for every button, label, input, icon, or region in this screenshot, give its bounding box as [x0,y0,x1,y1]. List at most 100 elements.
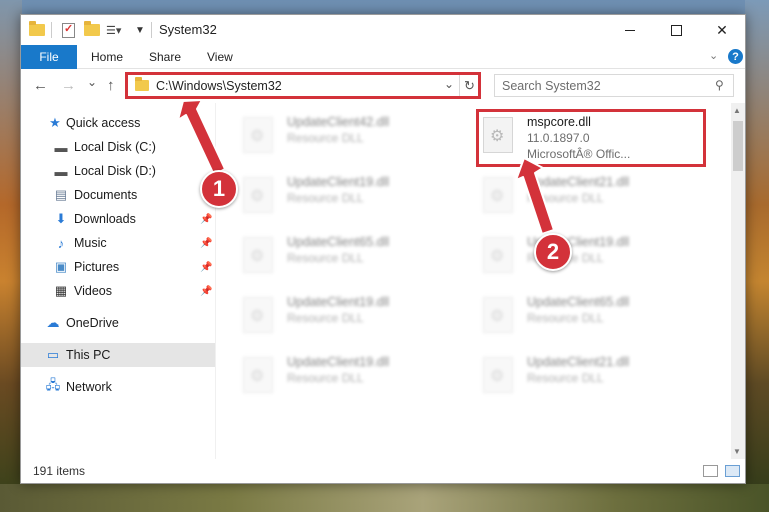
file-type: Resource DLL [287,311,364,325]
nav-item-downloads[interactable]: ⬇ Downloads 📌 [21,207,215,231]
search-box[interactable]: Search System32 ⚲ [494,74,734,97]
file-name: UpdateClient19.dll [287,355,390,369]
step-2-badge: 2 [534,233,572,271]
file-name: UpdateClient21.dll [527,175,630,189]
forward-button[interactable]: → [61,77,76,94]
file-type: Resource DLL [287,191,364,205]
nav-item-music[interactable]: ♪ Music 📌 [21,231,215,255]
file-item[interactable]: UpdateClient19.dll Resource DLL [477,231,707,281]
scroll-down-icon[interactable]: ▼ [733,447,741,456]
nav-label-local-disk-d: Local Disk (D:) [74,164,156,178]
tab-home[interactable]: Home [91,50,123,64]
file-type: Resource DLL [287,131,364,145]
large-icons-view-icon[interactable] [725,465,740,477]
nav-item-videos[interactable]: ▦ Videos 📌 [21,279,215,303]
file-item[interactable]: UpdateClient19.dll Resource DLL [237,291,467,341]
dll-file-icon [483,357,513,393]
file-type: Resource DLL [287,251,364,265]
properties-icon[interactable] [62,21,75,39]
navigation-bar: ← → ⌄ ↑ C:\Windows\System32 ⌄ ↻ Search S… [21,69,745,103]
downloads-icon: ⬇ [55,211,67,226]
file-item[interactable]: UpdateClient65.dll Resource DLL [237,231,467,281]
file-item[interactable]: UpdateClient19.dll Resource DLL [237,171,467,221]
onedrive-icon: ☁ [46,315,60,330]
nav-label-local-disk-c: Local Disk (C:) [74,140,156,154]
nav-item-network[interactable]: 🖧 Network [21,375,215,399]
tab-share[interactable]: Share [149,50,181,64]
dll-file-icon [243,297,273,333]
drive-icon: ▬ [54,139,68,155]
tab-view[interactable]: View [207,50,233,64]
folder-icon [29,21,45,39]
nav-item-onedrive[interactable]: ☁ OneDrive [21,311,215,335]
nav-label-onedrive: OneDrive [66,316,119,330]
videos-icon: ▦ [54,283,68,298]
file-name: UpdateClient42.dll [287,115,390,129]
nav-item-documents[interactable]: ▤ Documents [21,183,215,207]
scroll-up-icon[interactable]: ▲ [733,106,741,115]
file-name: UpdateClient19.dll [287,175,390,189]
back-button[interactable]: ← [33,77,48,94]
pictures-icon: ▣ [54,259,68,274]
recent-locations-button[interactable]: ⌄ [87,75,97,89]
nav-label-videos: Videos [74,284,112,298]
nav-label-quick-access: Quick access [66,116,141,130]
item-count: 191 items [33,464,86,478]
maximize-button[interactable] [653,15,699,45]
file-item[interactable]: UpdateClient21.dll Resource DLL [477,351,707,401]
file-name: UpdateClient65.dll [287,235,390,249]
step-1-badge: 1 [200,170,238,208]
pane-splitter[interactable] [215,103,216,459]
file-type: Resource DLL [527,191,604,205]
nav-item-quick-access[interactable]: ★ Quick access [21,111,215,135]
dll-file-icon [243,357,273,393]
pin-icon[interactable]: 📌 [200,238,212,249]
help-icon[interactable]: ? [728,49,743,64]
nav-item-this-pc[interactable]: ▭ This PC [21,343,215,367]
expand-ribbon-icon[interactable]: ⌄ [709,49,718,62]
quick-access-separator [51,21,52,39]
dll-file-icon [243,177,273,213]
nav-item-local-disk-d[interactable]: ▬ Local Disk (D:) [21,159,215,183]
status-bar: 191 items [21,459,745,483]
dll-file-icon [483,177,513,213]
minimize-button[interactable] [607,15,653,45]
star-icon: ★ [49,115,61,130]
ribbon-tabs: File Home Share View ⌄ ? [21,45,745,69]
file-item[interactable]: UpdateClient19.dll Resource DLL [237,351,467,401]
file-item[interactable]: UpdateClient65.dll Resource DLL [477,291,707,341]
nav-label-downloads: Downloads [74,212,136,226]
file-name: UpdateClient21.dll [527,355,630,369]
dll-file-icon [483,297,513,333]
desktop-background-right [745,0,769,512]
nav-item-pictures[interactable]: ▣ Pictures 📌 [21,255,215,279]
nav-label-this-pc: This PC [66,348,111,362]
file-item[interactable]: UpdateClient21.dll Resource DLL [477,171,707,221]
chevron-down-icon[interactable]: ▼ [135,21,145,39]
address-highlight-box [125,72,481,99]
up-button[interactable]: ↑ [107,77,115,94]
file-type: Resource DLL [527,311,604,325]
desktop-background-left [0,0,22,512]
dll-file-icon [243,237,273,273]
vertical-scrollbar[interactable]: ▲ ▼ [731,103,745,459]
details-view-icon[interactable] [703,465,718,477]
nav-label-documents: Documents [74,188,138,202]
tab-file[interactable]: File [21,45,77,69]
drive-icon: ▬ [54,163,68,179]
pin-icon[interactable]: 📌 [200,262,212,273]
pc-icon: ▭ [46,347,60,362]
nav-item-local-disk-c[interactable]: ▬ Local Disk (C:) [21,135,215,159]
search-icon[interactable]: ⚲ [715,78,724,92]
pin-icon[interactable]: 📌 [200,286,212,297]
scrollbar-thumb[interactable] [733,121,743,171]
new-folder-icon[interactable] [84,21,100,39]
title-bar: ☰▾ ▼ System32 ✕ [21,15,745,45]
customize-toolbar-icon[interactable]: ☰▾ [106,21,121,39]
pin-icon[interactable]: 📌 [200,214,212,225]
dll-file-icon [243,117,273,153]
dll-file-icon [483,237,513,273]
music-icon: ♪ [57,235,65,251]
file-item[interactable]: UpdateClient42.dll Resource DLL [237,111,467,161]
close-button[interactable]: ✕ [699,15,745,45]
